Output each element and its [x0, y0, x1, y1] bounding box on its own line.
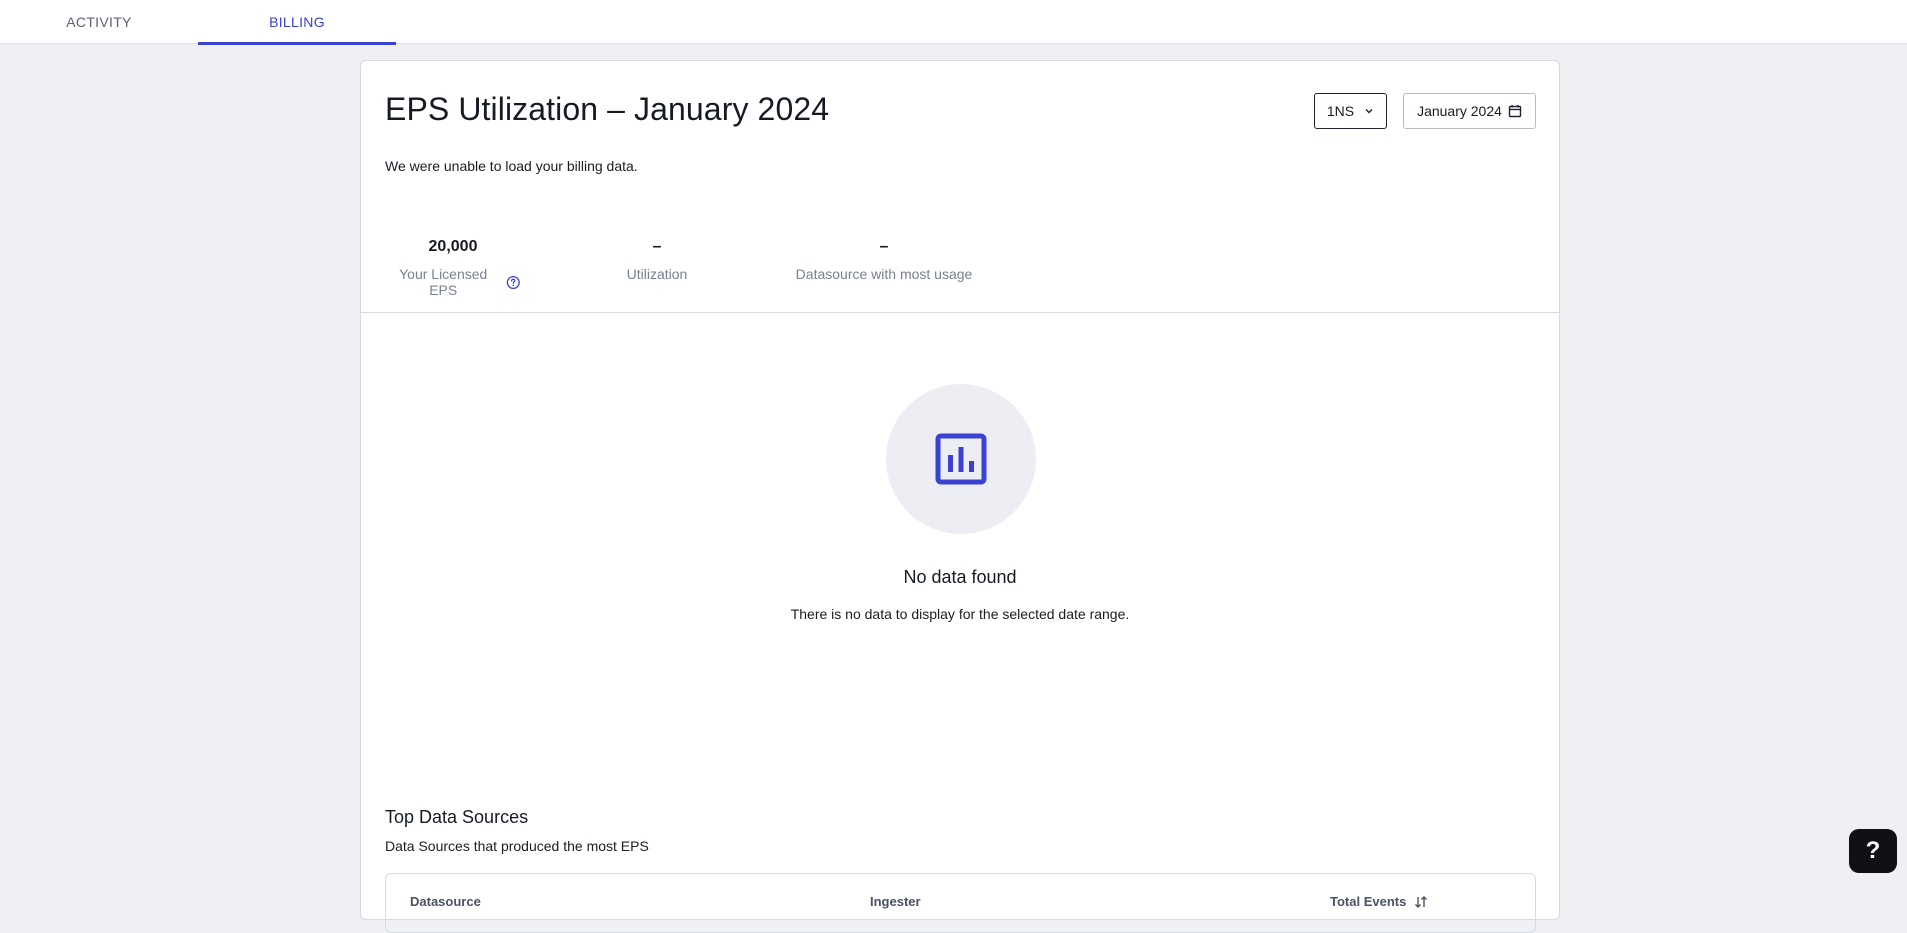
stat-label: Datasource with most usage: [795, 266, 973, 282]
error-message: We were unable to load your billing data…: [385, 158, 638, 174]
tab-billing[interactable]: BILLING: [198, 0, 396, 45]
billing-card: EPS Utilization – January 2024 1NS Janua…: [360, 60, 1560, 933]
stat-licensed-eps: 20,000 Your Licensed EPS: [385, 237, 521, 298]
bar-chart-icon: [935, 433, 987, 485]
sort-icon[interactable]: [1414, 895, 1428, 909]
chevron-down-icon: [1365, 109, 1373, 114]
top-data-sources-subtitle: Data Sources that produced the most EPS: [385, 838, 649, 854]
stat-utilization: – Utilization: [625, 237, 689, 282]
column-header-total-events[interactable]: Total Events: [1330, 894, 1428, 909]
top-data-sources-title: Top Data Sources: [385, 807, 529, 827]
page-title: EPS Utilization – January 2024: [385, 91, 830, 127]
stat-value: 20,000: [428, 238, 478, 255]
stat-top-datasource: – Datasource with most usage: [795, 237, 973, 282]
column-header-ingester[interactable]: Ingester: [870, 894, 921, 909]
stat-value: –: [652, 238, 662, 255]
empty-state-subtitle: There is no data to display for the sele…: [790, 606, 1130, 622]
stat-label-row: Your Licensed EPS: [385, 266, 521, 298]
empty-state-title: No data found: [903, 567, 1017, 587]
top-data-sources-table: Datasource Ingester Total Events: [385, 873, 1536, 933]
namespace-select[interactable]: 1NS: [1314, 93, 1387, 129]
stat-label: Your Licensed EPS: [399, 266, 488, 298]
column-header-label: Total Events: [1330, 894, 1407, 909]
stat-label: Utilization: [626, 266, 688, 282]
divider: [361, 312, 1559, 313]
tab-activity[interactable]: ACTIVITY: [0, 0, 198, 44]
column-header-label: Ingester: [870, 894, 921, 909]
empty-state-illustration: [886, 384, 1036, 534]
date-picker-label: January 2024: [1417, 103, 1502, 119]
tab-bar: ACTIVITY BILLING: [0, 0, 1907, 45]
help-circle-icon[interactable]: [506, 275, 521, 290]
namespace-select-label: 1NS: [1326, 103, 1355, 119]
calendar-icon: [1508, 105, 1522, 118]
column-header-datasource[interactable]: Datasource: [410, 894, 481, 909]
stat-value: –: [879, 238, 889, 255]
date-picker[interactable]: January 2024: [1403, 93, 1536, 129]
help-button[interactable]: ?: [1849, 829, 1897, 873]
column-header-label: Datasource: [410, 894, 481, 909]
